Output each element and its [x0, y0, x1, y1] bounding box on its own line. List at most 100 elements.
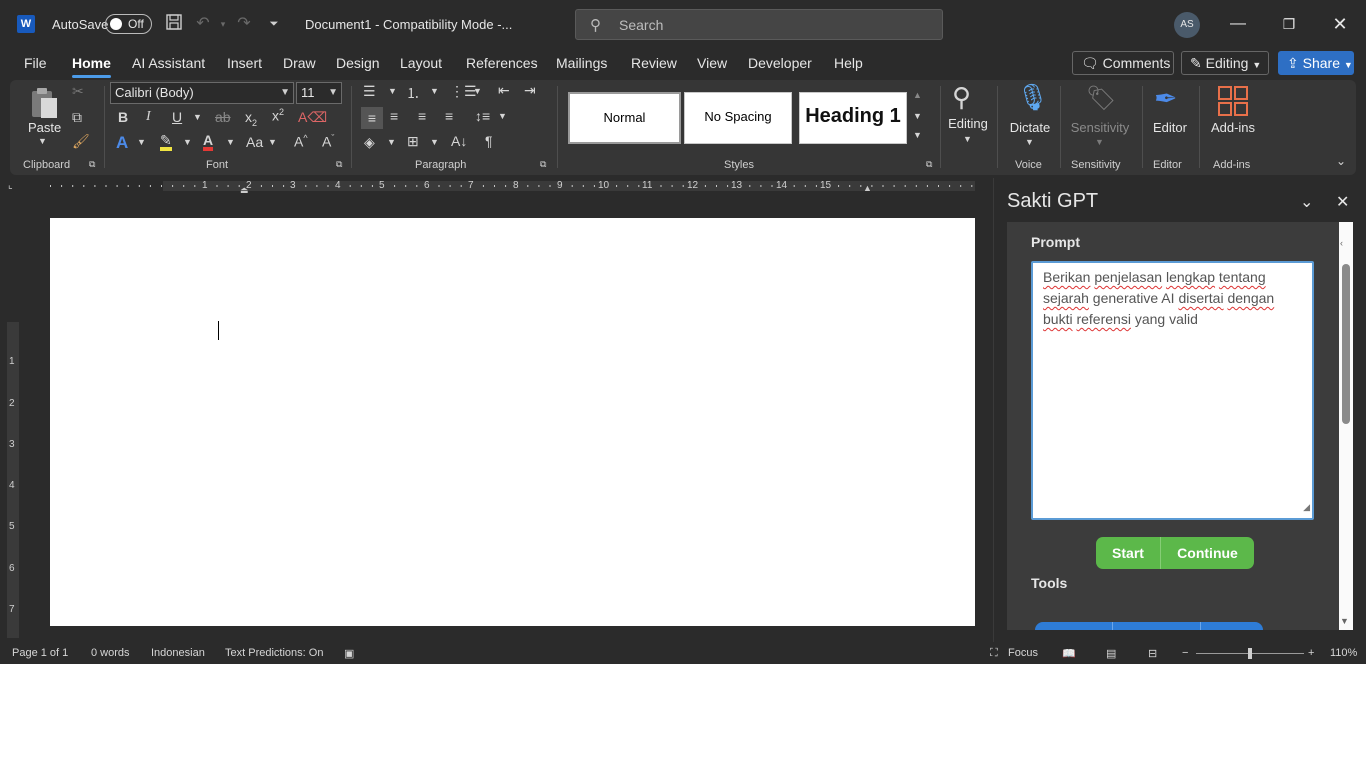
bullets-icon[interactable]: ☰	[363, 83, 376, 100]
find-icon[interactable]: ⚲	[952, 82, 971, 113]
sensitivity-icon[interactable]: 🏷	[1086, 84, 1116, 113]
tab-draw[interactable]: Draw	[283, 55, 316, 71]
prompt-textarea[interactable]: Berikan penjelasan lengkap tentang sejar…	[1031, 261, 1314, 520]
tab-home[interactable]: Home	[72, 55, 111, 78]
focus-label[interactable]: Focus	[1008, 647, 1038, 659]
font-name-combo[interactable]: Calibri (Body) ▼	[110, 82, 294, 104]
accessibility-icon[interactable]: ▣	[344, 647, 354, 660]
paragraph-launcher-icon[interactable]: ⧉	[540, 159, 546, 170]
microphone-icon[interactable]: 🎙	[1016, 82, 1049, 113]
web-layout-icon[interactable]: ⊟	[1148, 647, 1157, 660]
search-box[interactable]: ⚲ Search	[575, 9, 943, 40]
zoom-out-icon[interactable]: −	[1182, 647, 1188, 659]
shading-dropdown-icon[interactable]: ▼	[387, 137, 396, 147]
paste-icon[interactable]	[28, 86, 60, 122]
undo-icon[interactable]: ↶	[192, 13, 214, 35]
styles-more-icon[interactable]: ▼	[913, 130, 922, 140]
tab-design[interactable]: Design	[336, 55, 380, 71]
close-icon[interactable]: ✕	[1326, 12, 1354, 36]
addins-icon[interactable]	[1218, 86, 1248, 116]
collapse-ribbon-icon[interactable]: ⌄	[1336, 154, 1346, 168]
copy-icon[interactable]: ⧉	[72, 109, 82, 126]
editing-mode-button[interactable]: ✎ Editing ▼	[1181, 51, 1269, 75]
redo-icon[interactable]: ↷	[233, 13, 255, 35]
bullets-dropdown-icon[interactable]: ▼	[388, 86, 397, 96]
vertical-ruler[interactable]: 1 2 3 4 5 6 7	[6, 218, 20, 638]
text-effects-dropdown-icon[interactable]: ▼	[137, 137, 146, 147]
underline-dropdown-icon[interactable]: ▼	[193, 112, 202, 122]
word-count[interactable]: 0 words	[91, 647, 130, 659]
styles-launcher-icon[interactable]: ⧉	[926, 159, 932, 170]
format-painter-icon[interactable]: 🖌	[72, 133, 90, 150]
tab-view[interactable]: View	[697, 55, 727, 71]
subscript-icon[interactable]: x2	[245, 109, 257, 128]
pane-scrollbar[interactable]: ‹ ▼	[1339, 222, 1353, 630]
strikethrough-icon[interactable]: ab	[215, 109, 231, 125]
undo-dropdown-icon[interactable]: ▾	[212, 13, 234, 35]
shading-icon[interactable]: ◈	[364, 134, 375, 151]
tools-buttons[interactable]	[1035, 622, 1263, 630]
numbering-icon[interactable]: ⒈	[406, 83, 420, 103]
tab-file[interactable]: File	[24, 55, 47, 71]
tab-layout[interactable]: Layout	[400, 55, 442, 71]
highlight-dropdown-icon[interactable]: ▼	[183, 137, 192, 147]
document-page[interactable]	[50, 218, 975, 626]
clear-formatting-icon[interactable]: A⌫	[298, 109, 327, 126]
justify-icon[interactable]: ≡	[445, 108, 453, 124]
zoom-in-icon[interactable]: +	[1308, 647, 1314, 659]
styles-scroll-up-icon[interactable]: ▲	[913, 90, 922, 100]
avatar[interactable]: AS	[1174, 12, 1200, 38]
pane-options-icon[interactable]: ⌄	[1300, 192, 1313, 212]
highlight-icon[interactable]: ✎	[160, 133, 172, 151]
editor-icon[interactable]: ✒	[1154, 82, 1177, 115]
dictate-dropdown-icon[interactable]: ▼	[1025, 137, 1034, 147]
sort-icon[interactable]: A↓	[451, 133, 467, 149]
font-launcher-icon[interactable]: ⧉	[336, 159, 342, 170]
word-icon[interactable]: W	[17, 15, 35, 33]
customize-toolbar-icon[interactable]: ⏷	[263, 13, 285, 35]
style-normal[interactable]: Normal	[568, 92, 681, 144]
pane-close-icon[interactable]: ✕	[1336, 192, 1349, 212]
page-count[interactable]: Page 1 of 1	[12, 647, 68, 659]
align-center-icon[interactable]: ≡	[390, 108, 398, 124]
scroll-down-icon[interactable]: ▼	[1340, 616, 1349, 626]
line-spacing-icon[interactable]: ↕≡	[475, 108, 490, 124]
print-layout-icon[interactable]: ▤	[1106, 647, 1116, 660]
style-no-spacing[interactable]: No Spacing	[684, 92, 792, 144]
styles-scroll-down-icon[interactable]: ▼	[913, 111, 922, 121]
style-heading1[interactable]: Heading 1	[799, 92, 907, 144]
tab-insert[interactable]: Insert	[227, 55, 262, 71]
sensitivity-dropdown-icon[interactable]: ▼	[1095, 137, 1104, 147]
zoom-slider-knob[interactable]	[1248, 648, 1252, 659]
focus-icon[interactable]: ⛶	[990, 647, 998, 660]
increase-indent-icon[interactable]: ⇥	[524, 82, 536, 99]
language[interactable]: Indonesian	[151, 647, 205, 659]
font-size-combo[interactable]: 11 ▼	[296, 82, 342, 104]
multilevel-dropdown-icon[interactable]: ▼	[473, 86, 482, 96]
change-case-icon[interactable]: Aa	[246, 134, 263, 150]
editing-dropdown-icon[interactable]: ▼	[963, 134, 972, 144]
tab-references[interactable]: References	[466, 55, 538, 71]
comments-button[interactable]: 🗨 Comments	[1072, 51, 1174, 75]
text-effects-icon[interactable]: A	[116, 133, 128, 153]
cut-icon[interactable]: ✂	[72, 83, 84, 100]
borders-dropdown-icon[interactable]: ▼	[430, 137, 439, 147]
share-button[interactable]: ⇪ Share ▼	[1278, 51, 1354, 75]
align-left-icon[interactable]: ≡	[361, 107, 383, 129]
line-spacing-dropdown-icon[interactable]: ▼	[498, 111, 507, 121]
change-case-dropdown-icon[interactable]: ▼	[268, 137, 277, 147]
start-button[interactable]: Start	[1096, 537, 1160, 569]
tab-developer[interactable]: Developer	[748, 55, 812, 71]
minimize-icon[interactable]: —	[1224, 12, 1252, 36]
restore-icon[interactable]: ❐	[1275, 12, 1303, 36]
text-predictions[interactable]: Text Predictions: On	[225, 647, 323, 659]
underline-icon[interactable]: U	[172, 109, 182, 125]
tab-ai-assistant[interactable]: AI Assistant	[132, 55, 205, 71]
paste-dropdown-icon[interactable]: ▼	[38, 136, 47, 146]
resize-handle-icon[interactable]: ◢	[1303, 497, 1310, 518]
tab-review[interactable]: Review	[631, 55, 677, 71]
italic-icon[interactable]: I	[146, 109, 151, 125]
clipboard-launcher-icon[interactable]: ⧉	[89, 159, 95, 170]
align-right-icon[interactable]: ≡	[418, 108, 426, 124]
autosave-toggle[interactable]: Off	[105, 14, 152, 34]
